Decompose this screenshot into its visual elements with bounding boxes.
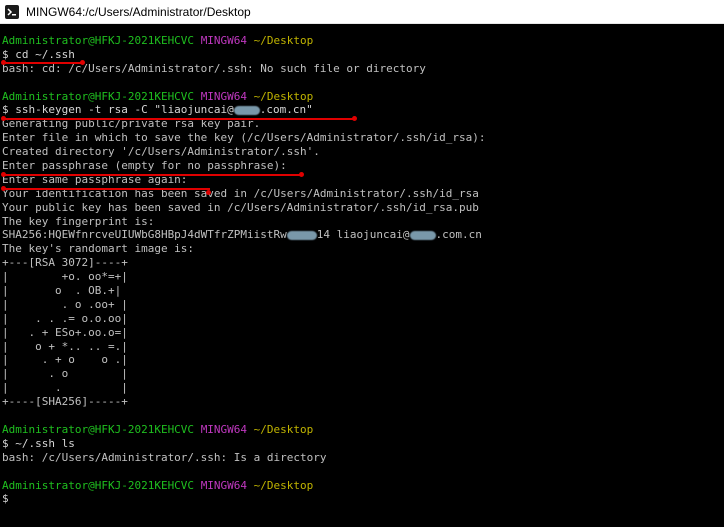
fingerprint-line: SHA256:HQEWfnrcveUIUWbG8HBpJ4dWTfrZPMiis… — [2, 228, 482, 242]
input-line[interactable]: $ — [2, 492, 720, 506]
prompt-line: Administrator@HFKJ-2021KEHCVC MINGW64 ~/… — [2, 34, 314, 47]
randomart-block: +---[RSA 3072]----+ | +o. oo*=+| | o . O… — [2, 256, 720, 409]
annotation-dot — [1, 116, 6, 121]
redacted-email-domain — [409, 230, 436, 240]
annotation-dot — [1, 172, 6, 177]
randomart-row: +---[RSA 3072]----+ — [2, 256, 128, 270]
prompt-line: Administrator@HFKJ-2021KEHCVC MINGW64 ~/… — [2, 422, 314, 436]
randomart-row: | . | — [2, 381, 128, 395]
prompt-line: Administrator@HFKJ-2021KEHCVC MINGW64 ~/… — [2, 478, 314, 492]
annotation-underline — [3, 118, 355, 120]
git-bash-icon — [5, 4, 19, 19]
command-line: $ ssh-keygen -t rsa -C "liaojuncai@ .com.… — [2, 103, 313, 117]
output-line: Created directory '/c/Users/Administrato… — [2, 145, 320, 159]
annotation-underline — [3, 62, 83, 64]
command-line: $ cd ~/.ssh — [2, 47, 75, 61]
randomart-row: | +o. oo*=+| — [2, 270, 128, 284]
randomart-row: | . o .oo+ | — [2, 297, 128, 311]
randomart-row: +----[SHA256]-----+ — [2, 395, 128, 409]
output-line: Your public key has been saved in /c/Use… — [2, 200, 479, 214]
annotation-dot — [80, 60, 85, 65]
randomart-row: | . + o o .| — [2, 353, 128, 367]
title-bar: MINGW64:/c/Users/Administrator/Desktop — [0, 0, 724, 24]
final-prompt: $ — [2, 492, 9, 506]
output-line: Enter passphrase (empty for no passphras… — [2, 159, 287, 173]
annotation-underline — [3, 174, 302, 176]
annotation-dot — [206, 190, 211, 195]
output-line: Enter file in which to save the key (/c/… — [2, 131, 486, 145]
output-line: The key fingerprint is: — [2, 214, 155, 228]
redacted-email-domain — [233, 105, 260, 115]
annotation-dot — [299, 172, 304, 177]
prompt-line: Administrator@HFKJ-2021KEHCVC MINGW64 ~/… — [2, 89, 314, 103]
command-line: $ ~/.ssh ls — [2, 436, 75, 450]
annotation-dot — [352, 116, 357, 121]
output-line: The key's randomart image is: — [2, 242, 195, 256]
annotation-dot — [1, 60, 6, 65]
randomart-row: | . . .= o.o.oo| — [2, 311, 128, 325]
randomart-row: | o . OB.+| — [2, 284, 122, 298]
window-title: MINGW64:/c/Users/Administrator/Desktop — [26, 4, 251, 19]
annotation-dot — [1, 186, 6, 191]
redacted-fingerprint — [286, 230, 317, 240]
output-line: bash: cd: /c/Users/Administrator/.ssh: N… — [2, 61, 426, 75]
randomart-row: | . o | — [2, 367, 128, 381]
randomart-row: | o + *.. .. =.| — [2, 339, 128, 353]
terminal-output[interactable]: Administrator@HFKJ-2021KEHCVC MINGW64 ~/… — [2, 34, 720, 524]
annotation-underline — [3, 188, 210, 190]
randomart-row: | . + ESo+.oo.o=| — [2, 325, 128, 339]
output-line: bash: /c/Users/Administrator/.ssh: Is a … — [2, 450, 327, 464]
